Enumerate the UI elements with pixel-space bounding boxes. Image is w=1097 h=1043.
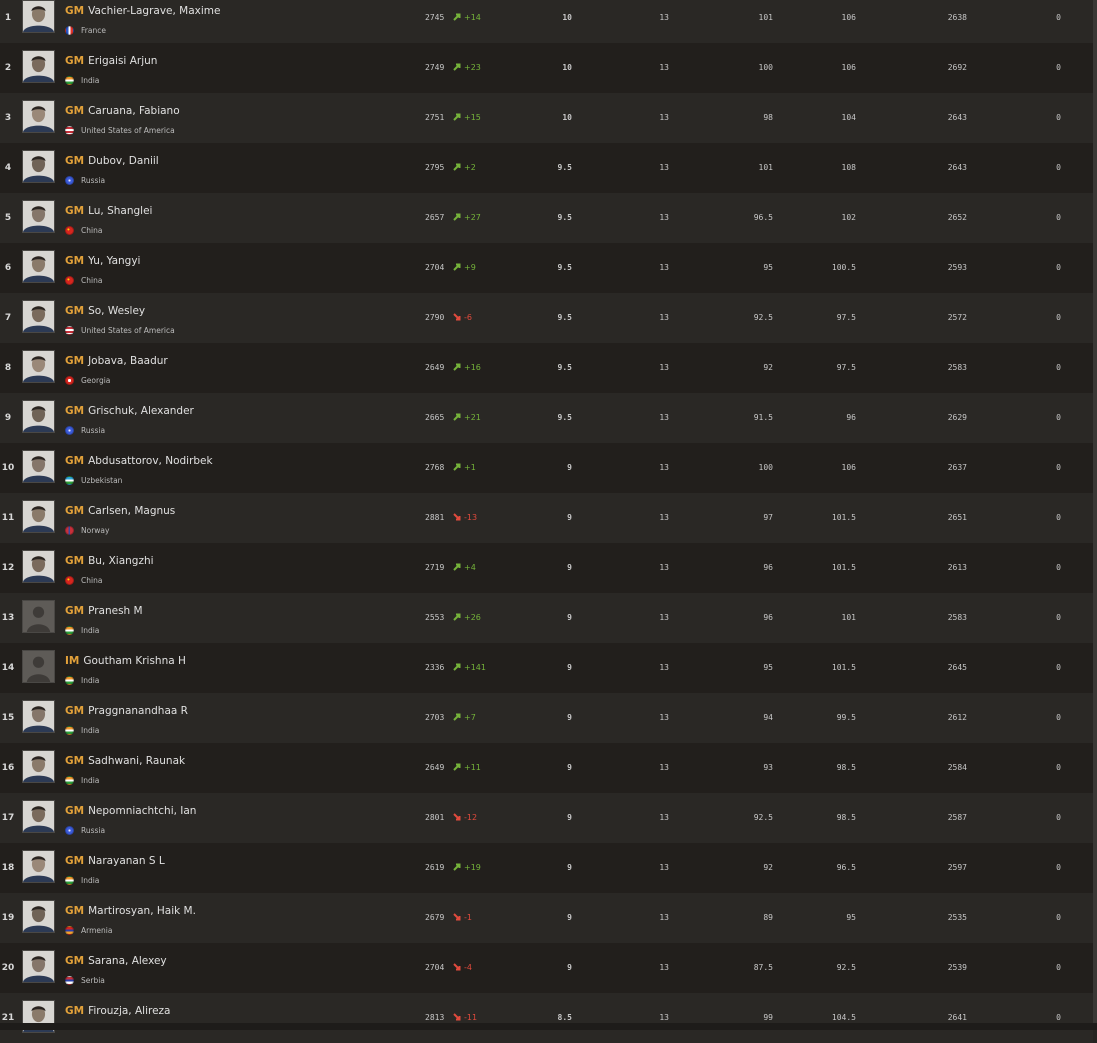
extra-score: 0 [1056, 863, 1061, 872]
extra-score: 0 [1056, 963, 1061, 972]
table-row[interactable]: 21 GM Firouzja, Alireza 2813 -11 8.5 13 99 104.5… [0, 993, 1093, 1043]
table-row[interactable]: 9 GM Grischuk, Alexander Russia 2665 +21 9.5 13… [0, 393, 1093, 443]
table-row[interactable]: 12 GM Bu, Xiangzhi China 2719 +4 9 13 96 101.5 261… [0, 543, 1093, 593]
table-row[interactable]: 3 GM Caruana, Fabiano United States of Amer… [0, 93, 1093, 143]
table-row[interactable]: 4 GM Dubov, Daniil Russia 2795 +2 9.5 13 101 108 2… [0, 143, 1093, 193]
table-row[interactable]: 6 GM Yu, Yangyi China 2704 +9 9.5 13 95 100.5 2593… [0, 243, 1093, 293]
extra-score: 0 [1056, 913, 1061, 922]
extra-score: 0 [1056, 1013, 1061, 1022]
table-row[interactable]: 8 GM Jobava, Baadur Georgia 2649 +16 9.5 13 92 97… [0, 343, 1093, 393]
table-row[interactable]: 15 GM Praggnanandhaa R India 2703 +7 9 13 94 99.5… [0, 693, 1093, 743]
table-row[interactable]: 14 IM Goutham Krishna H India 2336 +141 9 13 95 1… [0, 643, 1093, 693]
extra-score: 0 [1056, 513, 1061, 522]
extra-score: 0 [1056, 463, 1061, 472]
table-row[interactable]: 20 GM Sarana, Alexey Serbia 2704 -4 9 13 87.5 92.… [0, 943, 1093, 993]
extra-score: 0 [1056, 63, 1061, 72]
bottom-bar [0, 1023, 1097, 1030]
extra-score: 0 [1056, 363, 1061, 372]
table-row[interactable]: 16 GM Sadhwani, Raunak India 2649 +11 9 13 93 98.… [0, 743, 1093, 793]
extra-score: 0 [1056, 763, 1061, 772]
table-row[interactable]: 11 GM Carlsen, Magnus Norway 2881 -13 9 13 97 101… [0, 493, 1093, 543]
extra-score: 0 [1056, 313, 1061, 322]
table-row[interactable]: 10 GM Abdusattorov, Nodirbek Uzbekistan 2768… [0, 443, 1093, 493]
extra-score: 0 [1056, 213, 1061, 222]
table-row[interactable]: 7 GM So, Wesley United States of America 279… [0, 293, 1093, 343]
extra-score: 0 [1056, 163, 1061, 172]
extra-score: 0 [1056, 113, 1061, 122]
extra-score: 0 [1056, 663, 1061, 672]
table-row[interactable]: 19 GM Martirosyan, Haik M. Armenia 2679 -1 9 13… [0, 893, 1093, 943]
table-row[interactable]: 18 GM Narayanan S L India 2619 +19 9 13 92 96.5 25… [0, 843, 1093, 893]
scrollbar-track[interactable] [1093, 0, 1097, 1030]
table-row[interactable]: 17 GM Nepomniachtchi, Ian Russia 2801 -12 9 13 9… [0, 793, 1093, 843]
extra-score: 0 [1056, 813, 1061, 822]
extra-score: 0 [1056, 263, 1061, 272]
extra-score: 0 [1056, 563, 1061, 572]
standings-table: 1 GM Vachier-Lagrave, Maxime France 2745 +14 1… [0, 0, 1093, 1043]
extra-score: 0 [1056, 413, 1061, 422]
table-row[interactable]: 1 GM Vachier-Lagrave, Maxime France 2745 +14 1… [0, 0, 1093, 43]
extra-score: 0 [1056, 713, 1061, 722]
table-row[interactable]: 2 GM Erigaisi Arjun India 2749 +23 10 13 100 106 2… [0, 43, 1093, 93]
table-row[interactable]: 13 GM Pranesh M India 2553 +26 9 13 96 101 2583 0 [0, 593, 1093, 643]
table-row[interactable]: 5 GM Lu, Shanglei China 2657 +27 9.5 13 96.5 102 2… [0, 193, 1093, 243]
extra-score: 0 [1056, 613, 1061, 622]
extra-score: 0 [1056, 13, 1061, 22]
